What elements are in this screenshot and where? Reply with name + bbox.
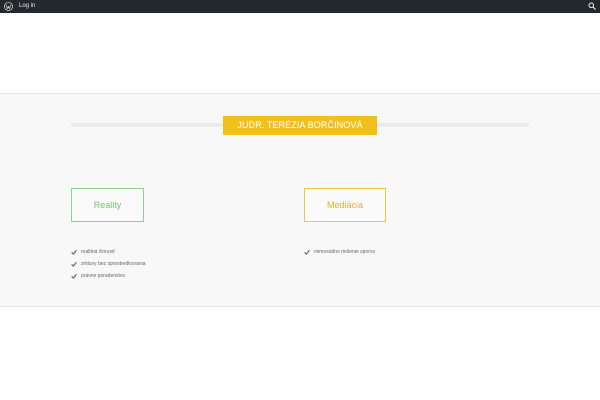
- mediacia-feature-list: mimosúdne riešenie sporov: [304, 246, 375, 258]
- list-item-label: zmluvy bez sprostredkovania: [81, 261, 146, 267]
- list-item: realitná činnosť: [71, 246, 145, 258]
- reality-box[interactable]: Reality: [71, 188, 144, 222]
- list-item: zmluvy bez sprostredkovania: [71, 258, 145, 270]
- list-item: právne poradenstvo: [71, 270, 145, 282]
- wordpress-icon[interactable]: [4, 2, 13, 11]
- section-title: JUDR. TERÉZIA BORČINOVÁ: [223, 116, 377, 135]
- list-item: mimosúdne riešenie sporov: [304, 246, 375, 258]
- admin-bar: Log in: [0, 0, 600, 13]
- check-icon: [71, 273, 77, 279]
- check-icon: [304, 249, 310, 255]
- mediacia-box[interactable]: Mediácia: [304, 188, 386, 222]
- check-icon: [71, 249, 77, 255]
- search-icon[interactable]: [588, 2, 596, 10]
- list-item-label: realitná činnosť: [81, 249, 116, 255]
- check-icon: [71, 261, 77, 267]
- list-item-label: právne poradenstvo: [81, 273, 126, 279]
- reality-feature-list: realitná činnosť zmluvy bez sprostredkov…: [71, 246, 145, 282]
- login-link[interactable]: Log in: [19, 1, 35, 12]
- list-item-label: mimosúdne riešenie sporov: [314, 249, 376, 255]
